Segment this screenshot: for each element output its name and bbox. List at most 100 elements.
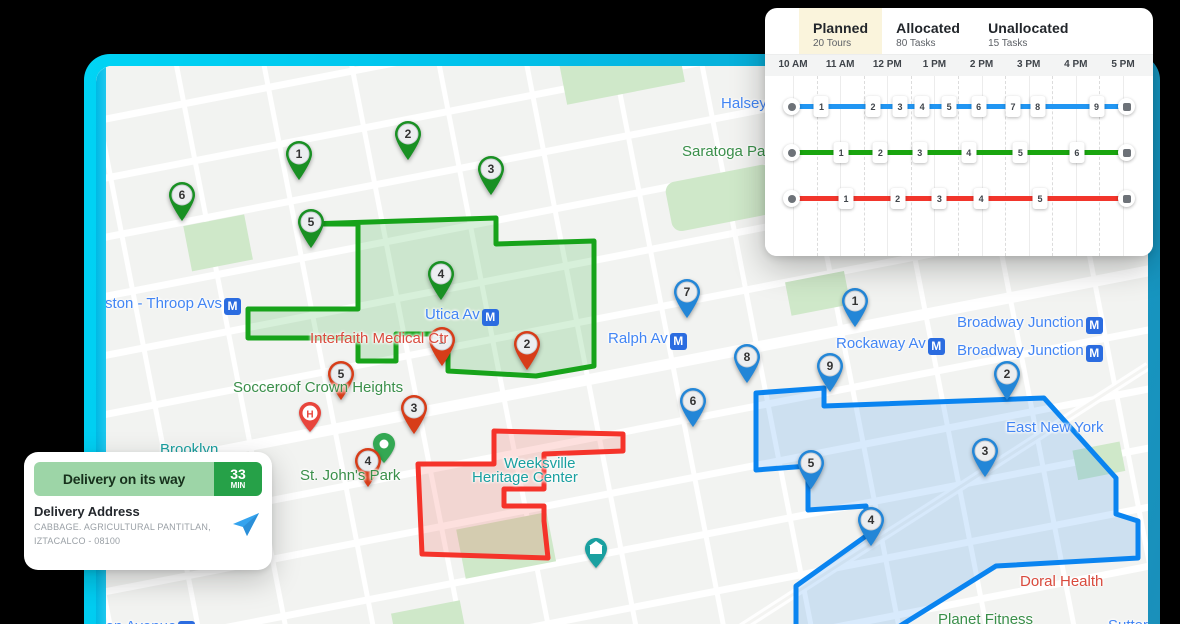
tour-stop-red-tour-1[interactable]: 1 [838,188,854,209]
delivery-address-line-1: CABBAGE. AGRICULTURAL PANTITLAN, [34,522,211,532]
tab-allocated[interactable]: Allocated 80 Tasks [882,8,974,54]
tour-stop-red-tour-4[interactable]: 4 [973,188,989,209]
tour-stop-blue-tour-3[interactable]: 3 [892,96,908,117]
tab-unallocated-count: 15 Tasks [988,37,1028,49]
tour-stop-red-tour-5[interactable]: 5 [1032,188,1048,209]
subway-badge-icon: M [927,338,945,355]
tour-start-marker[interactable] [783,98,800,115]
axis-tick-3-pm: 3 PM [1017,59,1041,70]
map-label-st-john-s-park: St. John's Park [300,467,401,484]
subway-badge-icon: M [1085,317,1103,334]
tab-planned-label: Planned [813,19,869,36]
tour-stop-blue-tour-8[interactable]: 8 [1030,96,1046,117]
route-pin-red-3[interactable]: 3 [399,394,429,434]
delivery-eta-unit: MIN [230,481,246,490]
route-pin-number: 2 [404,127,412,141]
map-label-interfaith-medical-ctr: Interfaith Medical Ctr [310,330,449,347]
route-pin-red-2[interactable]: 2 [512,330,542,370]
tour-track-line [792,104,1126,109]
hospital-pin[interactable]: H [299,402,321,432]
axis-tick-1-pm: 1 PM [922,59,947,70]
tab-unallocated-label: Unallocated [988,19,1069,36]
map-label-sutter: Sutter [1108,617,1148,624]
route-pin-blue-2[interactable]: 2 [992,360,1022,400]
route-pin-number: 5 [807,456,815,470]
museum-pin[interactable] [585,538,607,568]
route-pin-blue-1[interactable]: 1 [840,287,870,327]
tour-stop-blue-tour-1[interactable]: 1 [813,96,829,117]
route-pin-blue-9[interactable]: 9 [815,352,845,392]
navigate-arrow-icon[interactable] [230,510,260,543]
timeline-row-green-tour[interactable]: 1 2 3 4 5 6 [765,142,1153,164]
map-label-ston-avenue: ston AvenueM [96,618,196,624]
map-label-east-new-york: East New York [1006,419,1104,436]
tour-stop-red-tour-2[interactable]: 2 [890,188,906,209]
map-label-heritage-center: Heritage Center [472,469,578,486]
tour-stop-blue-tour-7[interactable]: 7 [1005,96,1021,117]
map-label-broadway-junction: Broadway Junction M [957,314,1103,334]
route-pin-number: 7 [683,285,691,299]
delivery-eta-value: 33 [230,466,246,482]
route-pin-green-2[interactable]: 2 [393,120,423,160]
timeline-axis: 10 AM 11 AM 12 PM 1 PM 2 PM 3 PM 4 PM 5 PM [765,54,1153,76]
route-pin-green-6[interactable]: 6 [167,181,197,221]
tour-end-marker[interactable] [1118,190,1135,207]
tour-stop-blue-tour-4[interactable]: 4 [914,96,930,117]
delivery-status-card: Delivery on its way 33 MIN Delivery Addr… [24,452,272,570]
timeline-row-blue-tour[interactable]: 1 2345678 9 [765,96,1153,118]
tour-end-marker[interactable] [1118,144,1135,161]
route-pin-green-5[interactable]: 5 [296,208,326,248]
tour-stop-red-tour-3[interactable]: 3 [931,188,947,209]
map-label-broadway-junction: Broadway Junction M [957,342,1103,362]
route-pin-green-3[interactable]: 3 [476,155,506,195]
route-pin-number: 3 [487,162,495,176]
tour-stop-blue-tour-9[interactable]: 9 [1089,96,1105,117]
tour-stop-green-tour-3[interactable]: 3 [912,142,928,163]
route-pin-number: 1 [851,294,859,308]
tour-stop-green-tour-1[interactable]: 1 [833,142,849,163]
route-pin-blue-5[interactable]: 5 [796,449,826,489]
tour-start-marker[interactable] [783,144,800,161]
tab-planned[interactable]: Planned 20 Tours [799,8,883,54]
route-pin-number: 5 [307,215,315,229]
delivery-address-block: Delivery Address CABBAGE. AGRICULTURAL P… [34,504,262,547]
tour-stop-green-tour-6[interactable]: 6 [1069,142,1085,163]
route-pin-green-4[interactable]: 4 [426,260,456,300]
route-pin-number: 3 [410,401,418,415]
timeline-row-red-tour[interactable]: 1 2 3 4 5 [765,188,1153,210]
subway-badge-icon: M [669,333,687,350]
panel-tabs: Planned 20 Tours Allocated 80 Tasks Unal… [765,8,1153,54]
map-label-planet-fitness: Planet Fitness [938,611,1034,624]
axis-tick-2-pm: 2 PM [969,59,994,70]
tour-stop-blue-tour-6[interactable]: 6 [971,96,987,117]
delivery-eta: 33 MIN [214,462,262,496]
route-pin-number: 2 [1003,367,1011,381]
map-label-ralph-av: Ralph Av M [608,330,687,350]
tour-stop-green-tour-5[interactable]: 5 [1012,142,1028,163]
timeline-rows: 12345678912345612345 [765,76,1153,256]
tour-end-marker[interactable] [1118,98,1135,115]
tour-stop-blue-tour-5[interactable]: 5 [941,96,957,117]
tour-stop-green-tour-4[interactable]: 4 [961,142,977,163]
route-pin-blue-4[interactable]: 4 [856,506,886,546]
route-pin-number: 9 [826,359,834,373]
tab-unallocated[interactable]: Unallocated 15 Tasks [974,8,1082,54]
tour-start-marker[interactable] [783,190,800,207]
tab-allocated-count: 80 Tasks [896,37,936,49]
route-pin-number: 6 [178,188,186,202]
route-pin-number: 4 [867,513,875,527]
map-label-rockaway-av: Rockaway Av M [836,335,945,355]
axis-tick-5-pm: 5 PM [1111,59,1135,70]
route-pin-green-1[interactable]: 1 [284,140,314,180]
tab-allocated-label: Allocated [896,19,961,36]
route-pin-blue-3[interactable]: 3 [970,437,1000,477]
axis-tick-4-pm: 4 PM [1064,59,1088,70]
tour-stop-green-tour-2[interactable]: 2 [872,142,888,163]
route-pin-blue-8[interactable]: 8 [732,343,762,383]
axis-tick-12-pm: 12 PM [872,59,902,70]
route-pin-blue-6[interactable]: 6 [678,387,708,427]
delivery-status-banner: Delivery on its way 33 MIN [34,462,262,496]
tour-stop-blue-tour-2[interactable]: 2 [865,96,881,117]
route-pin-blue-7[interactable]: 7 [672,278,702,318]
route-pin-number: 3 [981,444,989,458]
